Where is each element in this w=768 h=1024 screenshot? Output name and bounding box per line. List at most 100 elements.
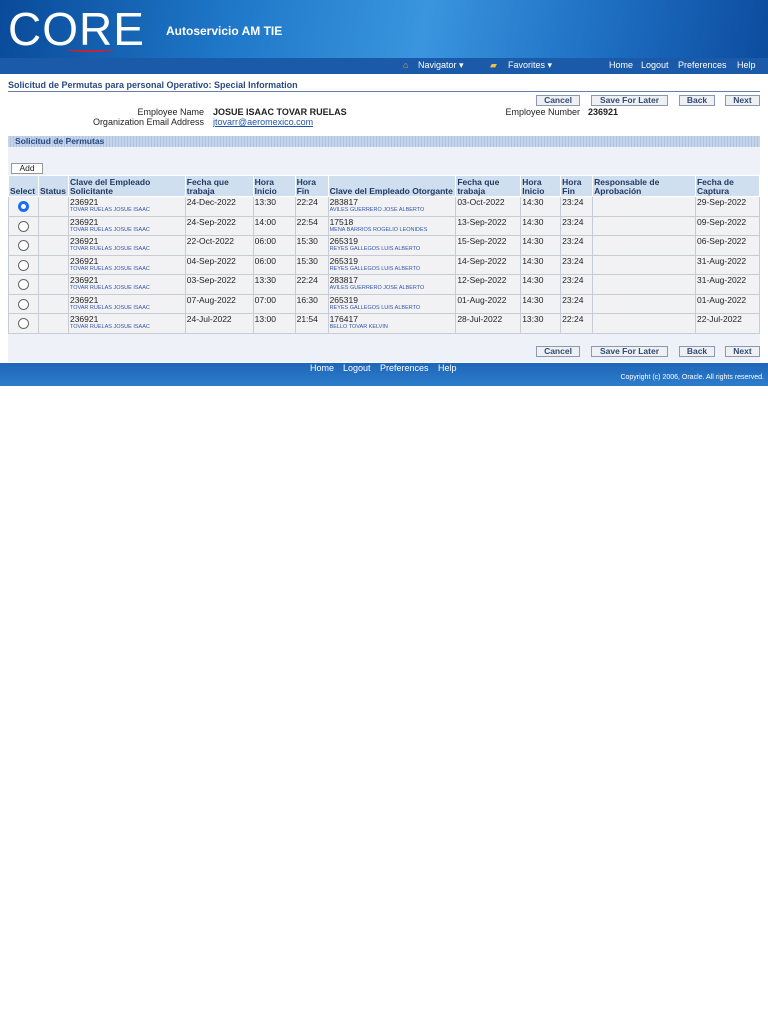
fecha2-cell: 15-Sep-2022 — [455, 235, 522, 256]
select-cell — [8, 254, 39, 275]
column-header: Clave del Empleado Otorgante — [327, 175, 457, 197]
ini1-cell: 06:00 — [252, 235, 296, 256]
otorgante-cell: 17518 MENA BARRIOS ROGELIO LEONIDES — [327, 215, 457, 236]
captura-cell: 31-Aug-2022 — [694, 274, 761, 295]
footer-logout-link[interactable]: Logout — [343, 363, 371, 373]
select-radio[interactable] — [17, 298, 29, 310]
back-button-bottom[interactable]: Back — [679, 346, 715, 357]
ini1-cell: 13:00 — [252, 313, 296, 334]
logout-link[interactable]: Logout — [641, 60, 669, 70]
select-radio[interactable] — [17, 259, 29, 271]
employee-name: JOSUE ISAAC TOVAR RUELAS — [213, 107, 347, 117]
resp-cell — [592, 293, 696, 314]
global-nav: ⌂ Navigator ▾ ▰ Favorites ▾ Home Logout … — [0, 58, 768, 74]
navigator-menu[interactable]: Navigator ▾ — [418, 60, 464, 71]
next-button[interactable]: Next — [725, 95, 760, 106]
solicitante-id: 236921 — [69, 216, 99, 227]
ini2-cell: 14:30 — [520, 274, 562, 295]
captura-cell: 01-Aug-2022 — [694, 293, 761, 314]
solicitante-id: 236921 — [69, 255, 99, 266]
solicitante-name: TOVAR RUELAS JOSUE ISAAC — [69, 246, 150, 252]
otorgante-cell: 265319 REYES GALLEGOS LUIS ALBERTO — [327, 293, 457, 314]
solicitante-id: 236921 — [69, 236, 99, 246]
fin2-cell: 23:24 — [560, 215, 594, 236]
fecha2-cell: 03-Oct-2022 — [455, 196, 522, 217]
ini1-cell: 13:30 — [252, 196, 296, 217]
solicitante-cell: 236921 TOVAR RUELAS JOSUE ISAAC — [67, 196, 186, 217]
fecha1-cell: 04-Sep-2022 — [184, 254, 254, 275]
solicitante-name: TOVAR RUELAS JOSUE ISAAC — [69, 304, 150, 311]
fin2-cell: 23:24 — [560, 293, 594, 314]
home-link[interactable]: Home — [609, 60, 633, 70]
select-radio[interactable] — [17, 240, 29, 251]
select-radio[interactable] — [17, 201, 29, 212]
solicitante-name: TOVAR RUELAS JOSUE ISAAC — [69, 207, 150, 213]
email-label: Organization Email Address — [92, 117, 204, 127]
select-radio[interactable] — [17, 220, 29, 232]
home-icon: ⌂ — [403, 60, 409, 70]
select-cell — [8, 235, 39, 256]
resp-cell — [592, 274, 696, 295]
ini2-cell: 13:30 — [520, 313, 562, 334]
select-radio[interactable] — [17, 318, 29, 329]
save-for-later-button-bottom[interactable]: Save For Later — [591, 346, 668, 357]
save-for-later-button[interactable]: Save For Later — [591, 95, 668, 106]
cancel-button[interactable]: Cancel — [536, 95, 580, 106]
otorgante-name: AVILES GUERRERO JOSE ALBERTO — [329, 285, 425, 291]
otorgante-id: 265319 — [329, 294, 358, 305]
captura-cell: 22-Jul-2022 — [694, 313, 761, 334]
otorgante-cell: 265319 REYES GALLEGOS LUIS ALBERTO — [327, 254, 457, 275]
table-row: 236921 TOVAR RUELAS JOSUE ISAAC 22-Oct-202… — [8, 235, 761, 256]
help-link[interactable]: Help — [737, 60, 756, 70]
select-radio[interactable] — [17, 279, 29, 290]
email-link[interactable]: jtovarr@aeromexico.com — [213, 117, 313, 127]
fin1-cell: 22:24 — [294, 274, 329, 295]
footer-home-link[interactable]: Home — [310, 363, 334, 373]
favorites-folder-icon: ▰ — [490, 60, 497, 70]
fecha2-cell: 01-Aug-2022 — [455, 293, 522, 314]
status-cell — [37, 293, 69, 314]
next-button-bottom[interactable]: Next — [725, 346, 760, 357]
table-row: 236921 TOVAR RUELAS JOSUE ISAAC 03-Sep-202… — [8, 274, 761, 295]
back-button[interactable]: Back — [679, 95, 715, 106]
otorgante-name: AVILES GUERRERO JOSE ALBERTO — [329, 207, 425, 213]
otorgante-name: MENA BARRIOS ROGELIO LEONIDES — [329, 226, 428, 233]
status-cell — [37, 313, 69, 334]
captura-cell: 06-Sep-2022 — [694, 235, 761, 256]
column-header: Hora Fin — [294, 175, 329, 197]
status-cell — [37, 196, 69, 217]
table-row: 236921 TOVAR RUELAS JOSUE ISAAC 04-Sep-202… — [8, 254, 761, 275]
solicitante-id: 236921 — [69, 294, 99, 305]
solicitante-cell: 236921 TOVAR RUELAS JOSUE ISAAC — [67, 293, 186, 314]
employee-number-label: Employee Number — [505, 107, 580, 117]
otorgante-id: 283817 — [329, 197, 358, 207]
table-row: 236921 TOVAR RUELAS JOSUE ISAAC 07-Aug-202… — [8, 293, 761, 314]
cancel-button-bottom[interactable]: Cancel — [536, 346, 580, 357]
captura-cell: 31-Aug-2022 — [694, 254, 761, 275]
fecha1-cell: 24-Sep-2022 — [184, 215, 254, 236]
favorites-menu[interactable]: Favorites ▾ — [508, 60, 552, 71]
select-cell — [8, 274, 39, 295]
page-title: Solicitud de Permutas para personal Oper… — [8, 80, 298, 90]
permutas-table: Select Status Clave del Empleado Solicitan… — [8, 175, 761, 334]
otorgante-name: REYES GALLEGOS LUIS ALBERTO — [329, 265, 421, 272]
column-header: Clave del Empleado Solicitante — [67, 175, 186, 197]
column-header: Fecha que trabaja — [455, 175, 522, 197]
otorgante-id: 265319 — [329, 236, 358, 246]
otorgante-name: BELLO TOVAR KELVIN — [329, 324, 388, 330]
fecha2-cell: 13-Sep-2022 — [455, 215, 522, 236]
captura-cell: 29-Sep-2022 — [694, 196, 761, 217]
footer-help-link[interactable]: Help — [438, 363, 457, 373]
solicitante-id: 236921 — [69, 314, 99, 324]
solicitante-cell: 236921 TOVAR RUELAS JOSUE ISAAC — [67, 235, 186, 256]
ini1-cell: 13:30 — [252, 274, 296, 295]
status-cell — [37, 215, 69, 236]
solicitante-id: 236921 — [69, 275, 99, 285]
footer-preferences-link[interactable]: Preferences — [380, 363, 429, 373]
table-row: 236921 TOVAR RUELAS JOSUE ISAAC 24-Sep-202… — [8, 215, 761, 236]
resp-cell — [592, 215, 696, 236]
fin1-cell: 22:54 — [294, 215, 329, 236]
table-row: 236921 TOVAR RUELAS JOSUE ISAAC 24-Dec-202… — [8, 196, 761, 217]
preferences-link[interactable]: Preferences — [678, 60, 727, 70]
add-button[interactable]: Add — [11, 163, 43, 174]
